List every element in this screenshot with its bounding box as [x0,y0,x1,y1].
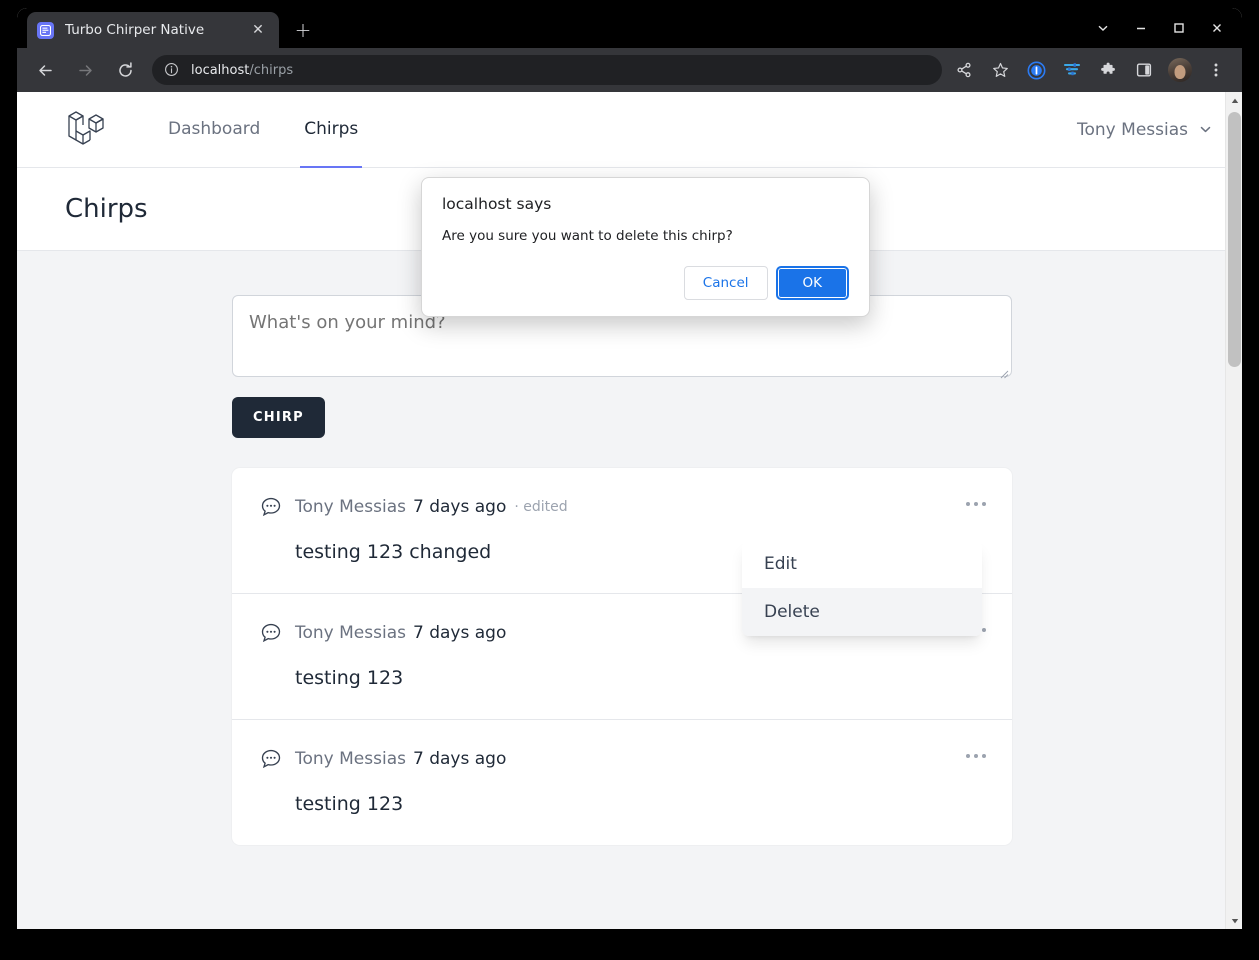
chirp-message: testing 123 [295,793,404,815]
reload-button-icon[interactable] [110,55,140,85]
toolbar-icon-group [946,55,1234,85]
chat-bubble-icon [260,748,282,770]
chirp-options-menu-icon[interactable] [964,746,988,766]
page-title: Chirps [65,194,148,224]
chrome-menu-icon[interactable] [1201,55,1231,85]
cancel-button[interactable]: Cancel [683,266,768,300]
submit-chirp-button[interactable]: CHIRP [232,397,325,438]
user-menu-button[interactable]: Tony Messias [1077,120,1212,140]
chevron-down-icon [1199,123,1212,136]
address-bar-url: localhost/chirps [191,63,293,78]
scroll-up-arrow-icon[interactable] [1226,92,1242,109]
avatar [1168,58,1192,82]
close-tab-icon[interactable]: ✕ [247,19,269,41]
scroll-down-arrow-icon[interactable] [1226,912,1242,929]
javascript-alert-dialog: localhost says Are you sure you want to … [421,177,870,317]
maximize-icon[interactable] [1160,8,1198,48]
page-content: CHIRP [17,251,1242,845]
chirp-options-menu-icon[interactable] [964,494,988,514]
url-path: /chirps [249,62,294,78]
chirp-meta: Tony Messias 7 days ago · edited [260,496,984,518]
profile-avatar-icon[interactable] [1165,55,1195,85]
app-navbar: Dashboard Chirps Tony Messias [17,92,1242,168]
browser-window: Turbo Chirper Native ✕ + localhost/chirp… [17,8,1242,929]
chirp-meta: Tony Messias 7 days ago [260,748,984,770]
dialog-actions: Cancel OK [442,266,849,300]
page-viewport: Dashboard Chirps Tony Messias Chirps Wha… [17,92,1242,929]
chirp-author: Tony Messias [295,623,406,643]
chirp-options-dropdown: Edit Delete [742,540,982,636]
content-container: CHIRP [232,295,1012,845]
dialog-message: Are you sure you want to delete this chi… [442,228,733,244]
chat-bubble-icon [260,622,282,644]
chirp-author: Tony Messias [295,749,406,769]
scrollbar-thumb[interactable] [1228,112,1241,367]
user-menu-label: Tony Messias [1077,119,1188,140]
chevron-down-icon[interactable] [1084,8,1122,48]
nav-link-chirps[interactable]: Chirps [300,92,363,168]
window-controls [1084,8,1236,48]
address-bar[interactable]: localhost/chirps [152,55,942,85]
share-icon[interactable] [949,55,979,85]
side-panel-icon[interactable] [1129,55,1159,85]
chirps-list: Tony Messias 7 days ago · edited testing… [232,468,1012,845]
extensions-puzzle-icon[interactable] [1093,55,1123,85]
dropdown-item-edit[interactable]: Edit [742,540,982,588]
browser-titlebar: Turbo Chirper Native ✕ + [17,8,1242,48]
info-circle-icon[interactable] [164,62,180,78]
url-host: localhost [191,62,250,78]
table-row: Tony Messias 7 days ago testing 123 [232,720,1012,845]
table-row: Tony Messias 7 days ago · edited testing… [232,468,1012,636]
chirp-timestamp: 7 days ago [412,749,507,769]
close-window-icon[interactable] [1198,8,1236,48]
onepassword-icon[interactable] [1021,55,1051,85]
minimize-icon[interactable] [1122,8,1160,48]
chirp-author: Tony Messias [295,497,406,517]
app-nav-links: Dashboard Chirps [164,92,398,168]
browser-tab-title: Turbo Chirper Native [65,22,205,38]
back-button-icon[interactable] [30,55,60,85]
chirp-edited-badge: · edited [514,499,568,515]
laravel-logo[interactable] [65,108,107,152]
chirp-timestamp: 7 days ago [412,497,507,517]
dropdown-item-delete[interactable]: Delete [742,588,982,636]
tune-filter-icon[interactable] [1057,55,1087,85]
forward-button-icon [70,55,100,85]
chirp-timestamp: 7 days ago [412,623,507,643]
ok-button[interactable]: OK [775,266,849,300]
chat-bubble-icon [260,496,282,518]
browser-toolbar: localhost/chirps [17,48,1242,92]
turbo-chirper-favicon [37,21,54,39]
bookmark-star-icon[interactable] [985,55,1015,85]
nav-link-dashboard[interactable]: Dashboard [164,92,264,168]
chirp-message: testing 123 [295,667,404,689]
new-tab-button[interactable]: + [289,16,317,44]
browser-tab[interactable]: Turbo Chirper Native ✕ [27,12,279,48]
page-scrollbar[interactable] [1225,92,1242,929]
dialog-title: localhost says [442,195,552,213]
